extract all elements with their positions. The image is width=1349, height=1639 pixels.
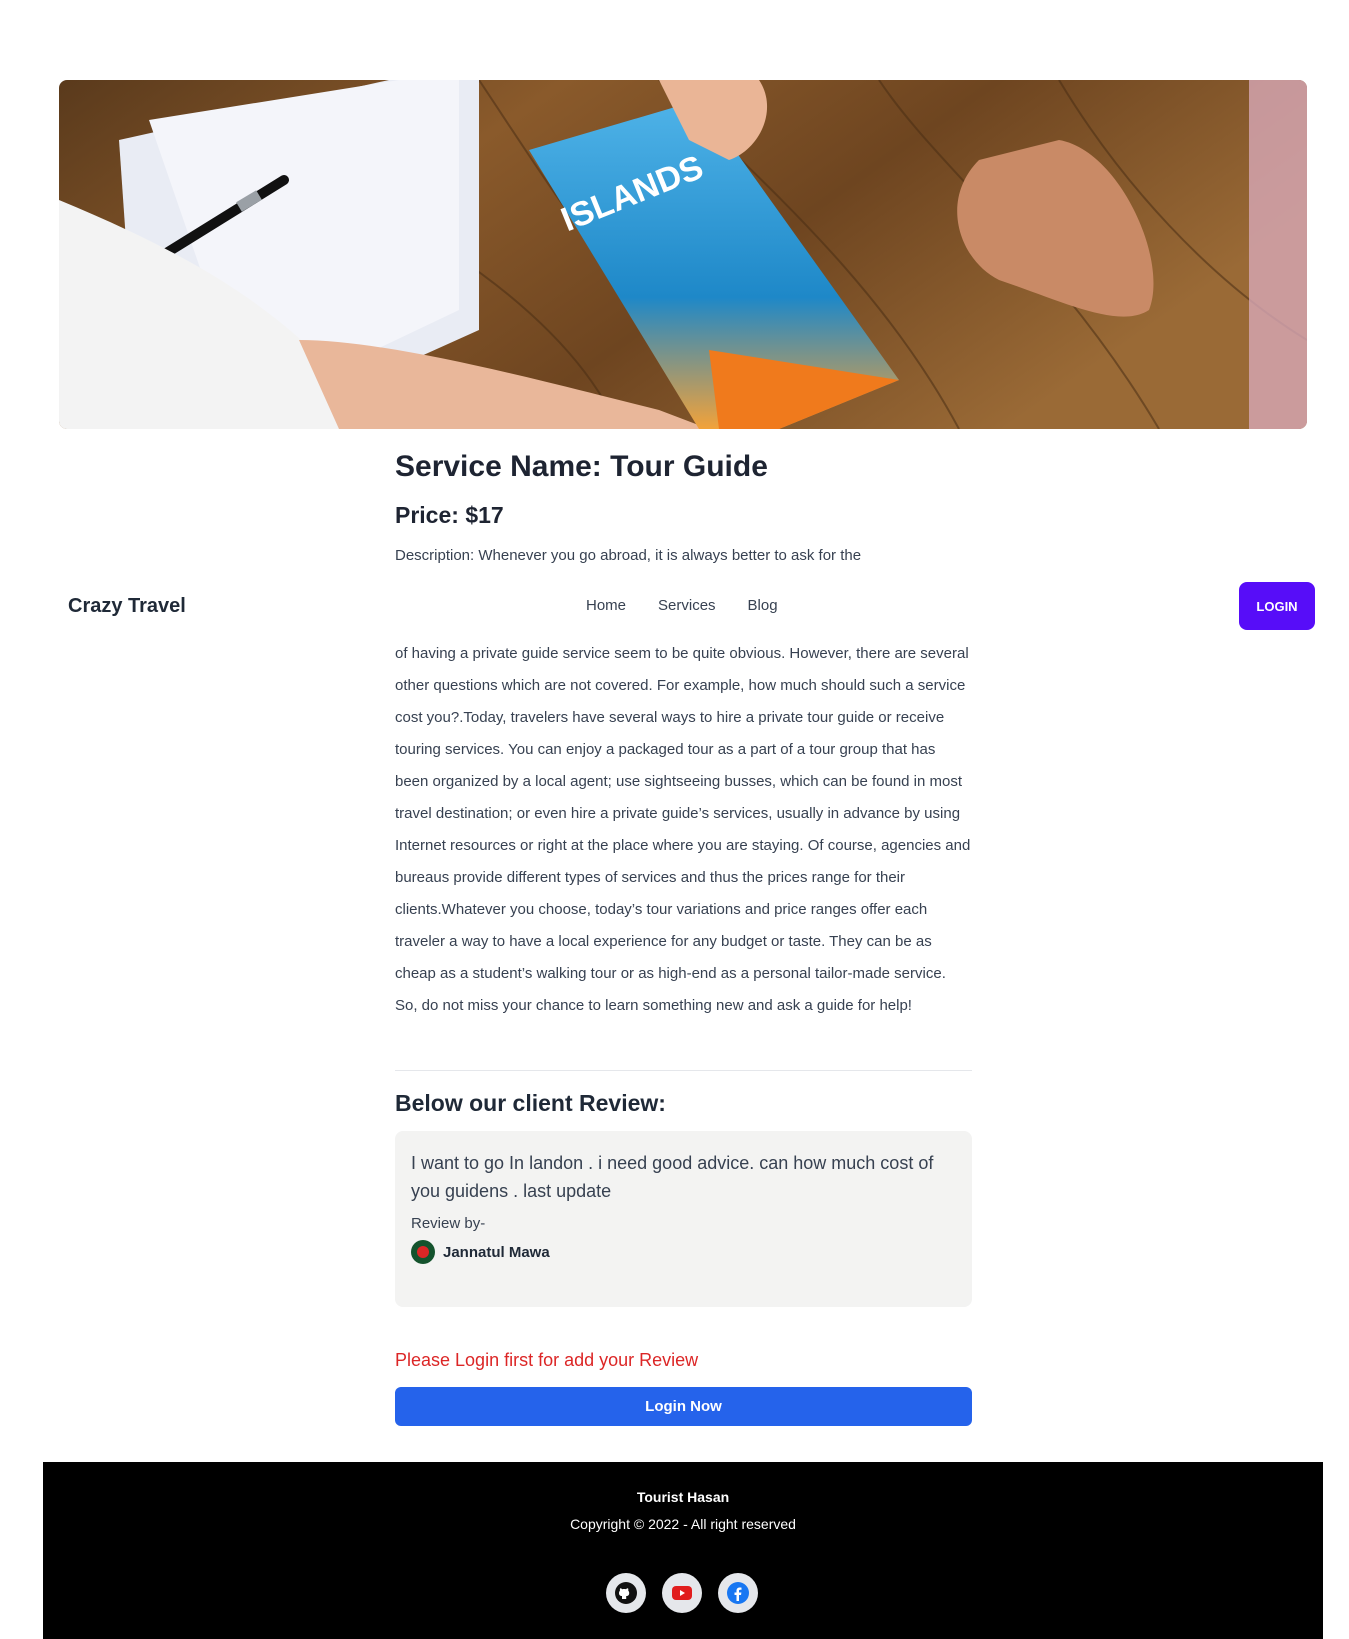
hero-image: ISLANDS (59, 80, 1307, 429)
service-description-first-line: Description: Whenever you go abroad, it … (395, 547, 862, 564)
reviews-heading: Below our client Review: (395, 1090, 666, 1116)
social-links (606, 1573, 758, 1613)
service-title: Service Name: Tour Guide (395, 450, 768, 483)
footer: Tourist Hasan Copyright © 2022 - All rig… (43, 1462, 1323, 1639)
facebook-icon[interactable] (718, 1573, 758, 1613)
service-price: Price: $17 (395, 502, 504, 528)
navbar: Crazy Travel Home Services Blog LOGIN (0, 574, 1349, 640)
service-description: of having a private guide service seem t… (395, 645, 971, 1014)
review-card: I want to go In landon . i need good adv… (395, 1131, 972, 1307)
footer-name: Tourist Hasan (636, 1489, 730, 1505)
nav-link-home[interactable]: Home (586, 597, 626, 614)
footer-copyright: Copyright © 2022 - All right reserved (570, 1516, 796, 1532)
avatar (411, 1240, 435, 1264)
github-icon[interactable] (606, 1573, 646, 1613)
reviewer: Jannatul Mawa (411, 1240, 956, 1264)
youtube-icon[interactable] (662, 1573, 702, 1613)
section-divider (395, 1070, 972, 1071)
hero-illustration: ISLANDS (59, 80, 1307, 429)
nav-link-services[interactable]: Services (658, 597, 716, 614)
brand-logo[interactable]: Crazy Travel (68, 595, 186, 618)
login-warning: Please Login first for add your Review (395, 1350, 699, 1370)
review-by-label: Review by- (411, 1215, 486, 1232)
review-text: I want to go In landon . i need good adv… (411, 1153, 934, 1201)
nav-link-blog[interactable]: Blog (748, 597, 778, 614)
nav-links: Home Services Blog (586, 597, 810, 614)
reviewer-name: Jannatul Mawa (443, 1243, 550, 1261)
login-now-button[interactable]: Login Now (395, 1387, 972, 1426)
login-button[interactable]: LOGIN (1239, 582, 1315, 630)
